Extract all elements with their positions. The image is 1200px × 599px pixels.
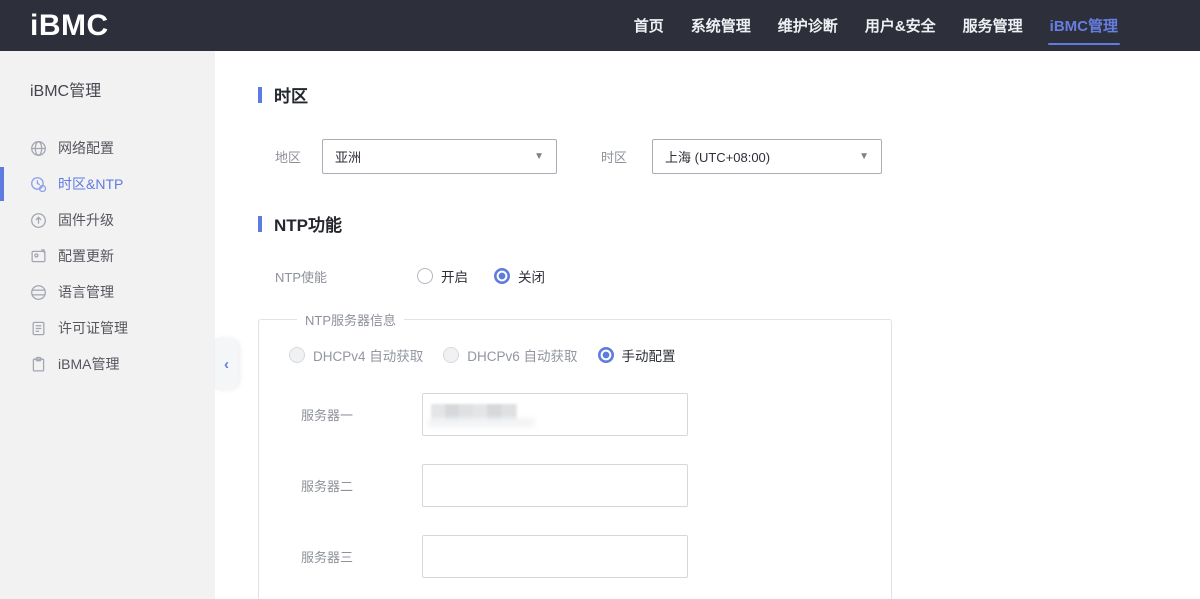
region-label: 地区 <box>275 147 322 166</box>
server-two-row: 服务器二 <box>301 464 891 507</box>
region-select[interactable]: 亚洲 ▼ <box>322 139 557 174</box>
ntp-enable-label: NTP使能 <box>275 267 417 286</box>
radio-checked-icon <box>494 268 510 284</box>
ntp-enable-radio-group: 开启 关闭 <box>417 266 545 286</box>
sidebar-item-language-management[interactable]: 语言管理 <box>0 274 215 310</box>
sidebar-menu: 网络配置 时区&NTP 固件升级 <box>0 130 215 382</box>
language-icon <box>30 284 47 301</box>
sidebar-item-label: 网络配置 <box>58 138 114 158</box>
region-select-value: 亚洲 <box>335 147 361 166</box>
server-three-label: 服务器三 <box>301 547 422 566</box>
radio-label: 手动配置 <box>622 345 676 365</box>
sidebar-item-ibma-management[interactable]: iBMA管理 <box>0 346 215 382</box>
ibma-icon <box>30 356 47 373</box>
dhcpv4-auto-radio[interactable]: DHCPv4 自动获取 <box>289 345 423 365</box>
timezone-select-value: 上海 (UTC+08:00) <box>665 147 770 166</box>
timezone-section-title-text: 时区 <box>274 82 308 107</box>
top-bar: iBMC 首页 系统管理 维护诊断 用户&安全 服务管理 iBMC管理 <box>0 0 1200 51</box>
ntp-section-title: NTP功能 <box>258 211 1200 236</box>
server-two-input[interactable] <box>422 464 688 507</box>
radio-label: 开启 <box>441 266 468 286</box>
sidebar-item-license-management[interactable]: 许可证管理 <box>0 310 215 346</box>
top-nav: 首页 系统管理 维护诊断 用户&安全 服务管理 iBMC管理 <box>634 0 1118 51</box>
sidebar-item-label: 许可证管理 <box>58 318 128 338</box>
radio-label: DHCPv6 自动获取 <box>467 345 577 365</box>
firmware-upgrade-icon <box>30 212 47 229</box>
sidebar-item-network-config[interactable]: 网络配置 <box>0 130 215 166</box>
ntp-enable-row: NTP使能 开启 关闭 <box>258 266 1200 286</box>
sidebar-item-label: 语言管理 <box>58 282 114 302</box>
nav-home[interactable]: 首页 <box>634 0 664 51</box>
sidebar-item-firmware-upgrade[interactable]: 固件升级 <box>0 202 215 238</box>
sidebar-item-label: iBMA管理 <box>58 354 119 374</box>
ntp-section-title-text: NTP功能 <box>274 211 342 236</box>
ntp-server-group-legend: NTP服务器信息 <box>297 310 404 329</box>
timezone-select[interactable]: 上海 (UTC+08:00) ▼ <box>652 139 882 174</box>
nav-service-management[interactable]: 服务管理 <box>963 0 1023 51</box>
sidebar-item-config-update[interactable]: 配置更新 <box>0 238 215 274</box>
radio-label: 关闭 <box>518 266 545 286</box>
chevron-down-icon: ▼ <box>534 151 544 162</box>
ntp-enable-off-radio[interactable]: 关闭 <box>494 266 545 286</box>
ntp-enable-on-radio[interactable]: 开启 <box>417 266 468 286</box>
radio-checked-icon <box>598 347 614 363</box>
license-icon <box>30 320 47 337</box>
sidebar: iBMC管理 网络配置 时区&NTP <box>0 51 215 599</box>
chevron-down-icon: ▼ <box>859 151 869 162</box>
ntp-server-group: NTP服务器信息 DHCPv4 自动获取 DHCPv6 自动获取 手动配置 服务… <box>258 310 892 599</box>
sidebar-collapse-button[interactable]: ‹ <box>215 338 238 390</box>
config-update-icon <box>30 248 47 265</box>
sidebar-item-label: 配置更新 <box>58 246 114 266</box>
radio-icon <box>417 268 433 284</box>
server-one-input[interactable] <box>422 393 688 436</box>
timezone-ntp-icon <box>30 176 47 193</box>
server-three-input-wrap <box>422 535 688 578</box>
sidebar-item-timezone-ntp[interactable]: 时区&NTP <box>0 166 215 202</box>
server-three-input[interactable] <box>422 535 688 578</box>
server-one-input-wrap <box>422 393 688 436</box>
ntp-server-mode-radio-group: DHCPv4 自动获取 DHCPv6 自动获取 手动配置 <box>289 345 891 365</box>
server-two-input-wrap <box>422 464 688 507</box>
sidebar-item-label: 时区&NTP <box>58 174 123 194</box>
radio-disabled-icon <box>289 347 305 363</box>
main-panel: 时区 地区 亚洲 ▼ 时区 上海 (UTC+08:00) ▼ NTP功能 NTP… <box>215 51 1200 599</box>
timezone-label: 时区 <box>601 147 652 166</box>
collapse-chevron-icon: ‹ <box>224 356 229 373</box>
server-one-row: 服务器一 <box>301 393 891 436</box>
timezone-section-title: 时区 <box>258 82 1200 107</box>
radio-disabled-icon <box>443 347 459 363</box>
sidebar-title: iBMC管理 <box>0 51 215 101</box>
section-accent-bar <box>258 216 262 232</box>
radio-label: DHCPv4 自动获取 <box>313 345 423 365</box>
sidebar-item-label: 固件升级 <box>58 210 114 230</box>
network-icon <box>30 140 47 157</box>
server-three-row: 服务器三 <box>301 535 891 578</box>
server-two-label: 服务器二 <box>301 476 422 495</box>
server-one-label: 服务器一 <box>301 405 422 424</box>
nav-user-security[interactable]: 用户&安全 <box>865 0 936 51</box>
app-logo: iBMC <box>30 0 109 51</box>
nav-system-management[interactable]: 系统管理 <box>691 0 751 51</box>
section-accent-bar <box>258 87 262 103</box>
timezone-form-row: 地区 亚洲 ▼ 时区 上海 (UTC+08:00) ▼ <box>258 139 1200 174</box>
nav-ibmc-management[interactable]: iBMC管理 <box>1050 0 1118 51</box>
manual-config-radio[interactable]: 手动配置 <box>598 345 676 365</box>
dhcpv6-auto-radio[interactable]: DHCPv6 自动获取 <box>443 345 577 365</box>
nav-maintenance-diagnosis[interactable]: 维护诊断 <box>778 0 838 51</box>
